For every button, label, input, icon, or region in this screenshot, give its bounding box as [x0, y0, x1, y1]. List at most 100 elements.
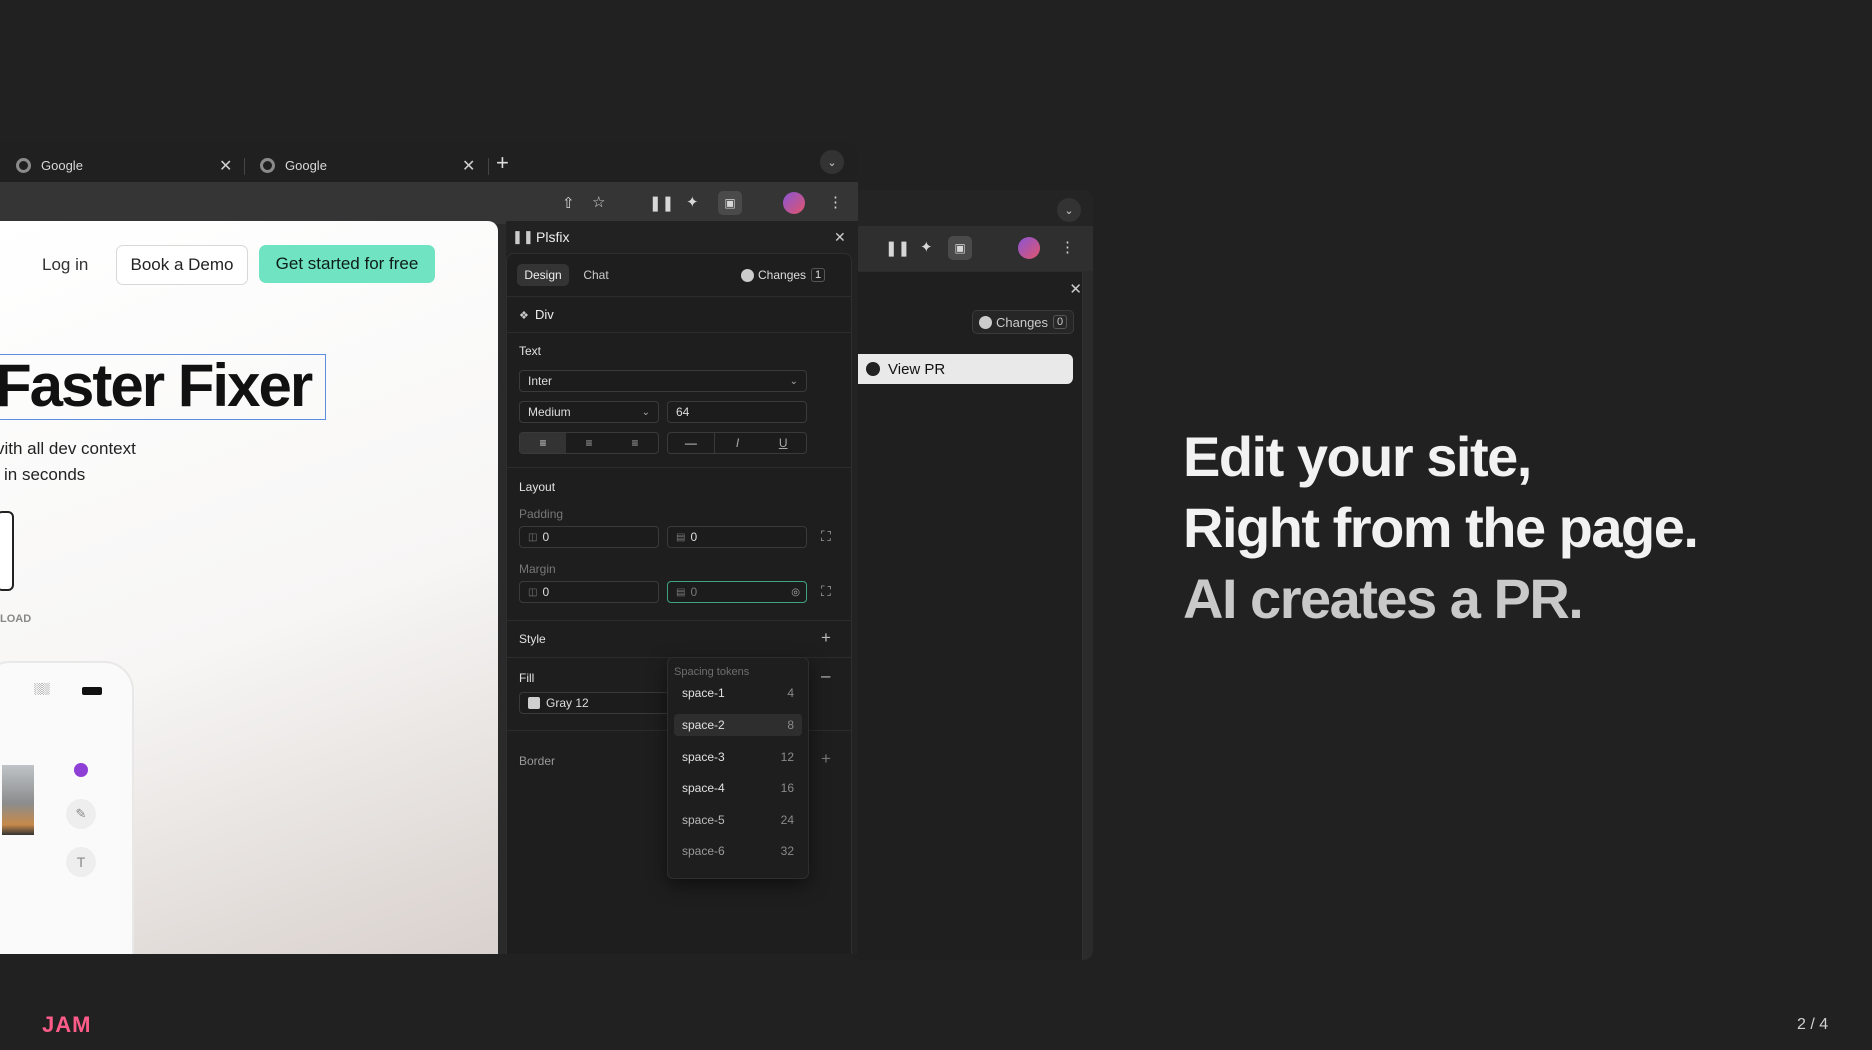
padding-vertical-input[interactable]: ▤ 0 [667, 526, 807, 548]
tab-divider [488, 158, 489, 175]
margin-h-icon: ◫ [528, 586, 538, 598]
chevron-down-icon[interactable]: ⌄ [820, 150, 844, 174]
color-swatch[interactable] [528, 697, 540, 709]
font-family-select[interactable]: Inter ⌄ [519, 370, 807, 392]
chevron-down-icon: ⌄ [789, 375, 798, 387]
close-icon[interactable]: ✕ [834, 229, 846, 246]
font-size-input[interactable]: 64 [667, 401, 807, 423]
battery-icon [82, 687, 102, 695]
changes-badge[interactable]: Changes 1 [741, 264, 837, 286]
token-option[interactable]: space-5 24 [674, 809, 802, 831]
margin-horizontal-input[interactable]: ◫ 0 [519, 581, 659, 603]
qr-code [0, 511, 14, 591]
element-name: Div [535, 307, 554, 322]
token-name: space-2 [682, 718, 725, 732]
expand-icon[interactable]: ⛶ [821, 583, 831, 600]
token-name: space-1 [682, 686, 725, 700]
record-icon[interactable] [74, 763, 88, 777]
github-icon [979, 315, 992, 329]
token-option[interactable]: space-1 4 [674, 682, 802, 704]
jam-logo: JAM [42, 1012, 92, 1037]
padding-h-icon: ◫ [528, 531, 538, 543]
side-panel-icon[interactable]: ▣ [718, 191, 742, 215]
token-icon[interactable]: ◎ [791, 587, 800, 598]
token-option[interactable]: space-3 12 [674, 746, 802, 768]
dropdown-header: Spacing tokens [674, 666, 750, 678]
token-option[interactable]: space-6 32 [674, 840, 802, 862]
border-section-label: Border [519, 754, 556, 768]
login-link[interactable]: Log in [42, 255, 88, 275]
changes-badge[interactable]: Changes 0 [972, 310, 1074, 334]
layout-section-label: Layout [519, 480, 556, 494]
token-value: 24 [780, 813, 794, 827]
close-icon[interactable]: ✕ [462, 156, 475, 176]
close-icon[interactable]: ✕ [219, 156, 232, 176]
token-value: 8 [787, 718, 794, 732]
token-value: 16 [780, 781, 794, 795]
padding-h-value: 0 [542, 530, 550, 544]
side-panel-icon[interactable]: ▣ [948, 236, 972, 260]
remove-icon[interactable]: – [821, 666, 830, 686]
avatar[interactable] [1018, 237, 1040, 259]
chevron-down-icon: ⌄ [641, 406, 650, 418]
underline-icon[interactable]: U [760, 436, 806, 450]
tab-google-2[interactable]: Google [260, 148, 327, 182]
add-icon[interactable]: + [821, 749, 831, 769]
strikethrough-icon[interactable]: — [668, 433, 715, 453]
get-started-button[interactable]: Get started for free [259, 245, 435, 283]
tab-bar: Google ✕ Google ✕ + ⌄ [0, 142, 858, 182]
reading-list-icon[interactable]: ❚❚ [885, 239, 910, 257]
menu-icon[interactable]: ⋮ [828, 193, 843, 211]
token-name: space-3 [682, 750, 725, 764]
token-value: 12 [780, 750, 794, 764]
menu-icon[interactable]: ⋮ [1060, 238, 1075, 256]
hero-title[interactable]: Faster Fixer [0, 354, 326, 420]
tab-label: Google [41, 157, 83, 173]
share-icon[interactable]: ⇧ [562, 194, 575, 212]
margin-vertical-input[interactable]: ▤ 0 ◎ [667, 581, 807, 603]
add-icon[interactable]: + [821, 628, 831, 648]
close-icon[interactable]: ✕ [1069, 280, 1082, 298]
new-tab-icon[interactable]: + [496, 150, 509, 176]
align-center-icon[interactable]: ≡ [566, 436, 612, 450]
google-favicon-icon [260, 157, 275, 173]
fill-color-input[interactable]: Gray 12 [519, 692, 669, 714]
pencil-icon[interactable]: ✎ [66, 799, 96, 829]
expand-icon[interactable]: ⛶ [821, 528, 831, 545]
tab-chat[interactable]: Chat [575, 264, 617, 286]
align-right-icon[interactable]: ≡ [612, 436, 658, 450]
photo-thumbnail [2, 765, 34, 835]
margin-label: Margin [519, 562, 556, 576]
token-name: space-6 [682, 844, 725, 858]
italic-icon[interactable]: I [715, 436, 761, 450]
text-decoration-group: — I U [667, 432, 807, 454]
pagination: 2 / 4 [1797, 1016, 1829, 1033]
text-tool-icon[interactable]: T [66, 847, 96, 877]
padding-horizontal-input[interactable]: ◫ 0 [519, 526, 659, 548]
chevron-down-icon[interactable]: ⌄ [1057, 198, 1081, 222]
tab-design[interactable]: Design [517, 264, 569, 286]
token-option[interactable]: space-2 8 [674, 714, 802, 736]
padding-v-icon: ▤ [676, 531, 686, 543]
align-left-icon[interactable]: ≡ [520, 433, 566, 453]
avatar[interactable] [783, 192, 805, 214]
book-demo-button[interactable]: Book a Demo [116, 245, 248, 285]
main-browser-window: Google ✕ Google ✕ + ⌄ ⇧ ☆ ❚❚ ✦ ▣ ⋮ Log i… [0, 142, 858, 954]
token-value: 32 [780, 844, 794, 858]
view-pr-label: View PR [888, 360, 946, 378]
tab-google-1[interactable]: Google [16, 148, 83, 182]
plsfix-title: Plsfix [536, 229, 570, 245]
style-section-label: Style [519, 632, 546, 646]
font-weight-select[interactable]: Medium ⌄ [519, 401, 659, 423]
padding-v-value: 0 [690, 530, 698, 544]
secondary-toolbar: ❚❚ ✦ ▣ ⋮ [850, 226, 1093, 271]
google-favicon-icon [16, 157, 31, 173]
font-weight-value: Medium [528, 405, 571, 419]
extensions-icon[interactable]: ✦ [920, 238, 933, 256]
divider [507, 332, 851, 333]
view-pr-button[interactable]: View PR [850, 354, 1073, 384]
token-option[interactable]: space-4 16 [674, 777, 802, 799]
extensions-icon[interactable]: ✦ [686, 193, 699, 211]
star-icon[interactable]: ☆ [592, 193, 605, 211]
reading-list-icon[interactable]: ❚❚ [649, 194, 674, 212]
